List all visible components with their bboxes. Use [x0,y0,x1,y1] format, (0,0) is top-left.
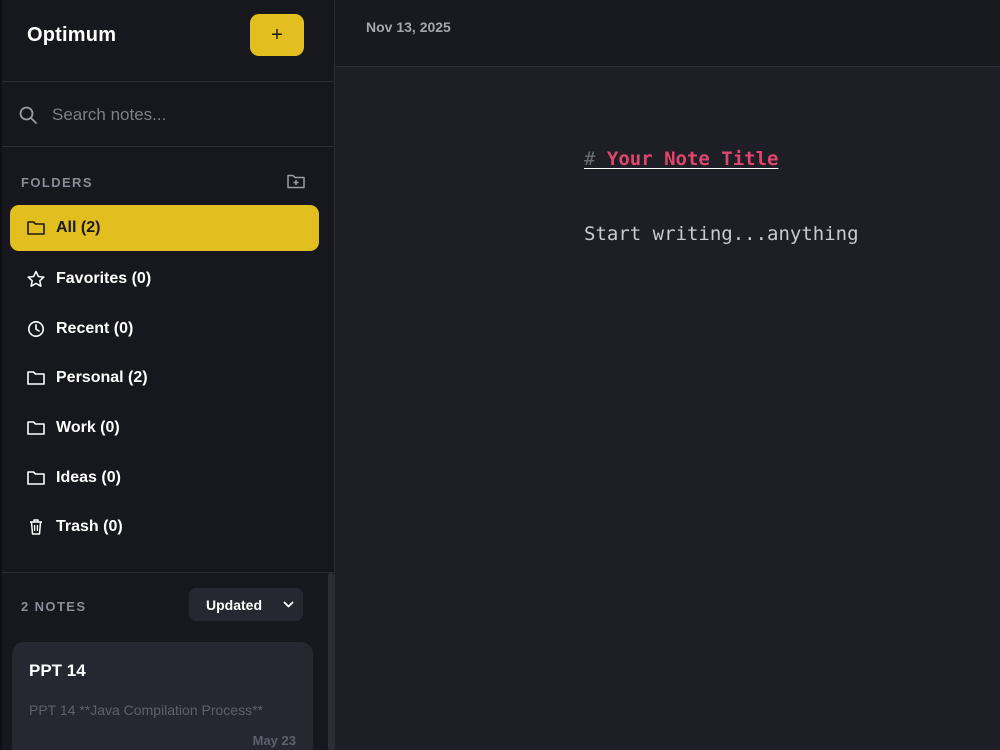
note-editor[interactable]: # Your Note Title Start writing...anythi… [584,145,984,248]
scrollbar[interactable] [328,573,334,750]
folder-label: All (2) [56,219,101,236]
folder-item-personal[interactable]: Personal (2) [10,353,319,403]
folder-icon [27,221,45,235]
folder-icon [27,470,45,485]
notes-count: 2 NOTES [21,599,87,614]
folder-item-work[interactable]: Work (0) [10,403,319,453]
notes-list-panel: 2 NOTES Updated PPT 14 PPT 14 **Java Com… [2,572,335,750]
note-title: PPT 14 [29,661,86,680]
search-icon [19,106,37,124]
note-preview: PPT 14 **Java Compilation Process** [29,702,263,718]
note-date: May 23 [252,733,296,748]
folder-item-recent[interactable]: Recent (0) [10,304,319,354]
clock-icon [28,320,44,337]
note-date-header: Nov 13, 2025 [366,19,451,35]
folder-item-all[interactable]: All (2) [10,205,319,251]
sidebar: Optimum + FOLDERS All (2) [0,0,335,750]
new-note-button[interactable]: + [250,14,304,56]
folder-label: Personal (2) [56,369,148,387]
folder-icon [27,371,45,386]
folder-item-favorites[interactable]: Favorites (0) [10,254,319,304]
editor-toolbar: Nov 13, 2025 [335,0,1000,67]
note-body[interactable]: Start writing...anything [584,220,984,248]
chevron-down-icon [283,601,294,608]
note-heading[interactable]: # Your Note Title [584,145,984,173]
search-input[interactable] [52,100,322,130]
folder-label: Ideas (0) [56,468,121,486]
trash-icon [30,519,42,536]
folder-item-trash[interactable]: Trash (0) [10,502,319,552]
note-card[interactable]: PPT 14 PPT 14 **Java Compilation Process… [12,642,313,750]
folders-label: FOLDERS [21,175,93,190]
search-bar [2,82,334,147]
folder-icon [27,421,45,435]
note-heading-text: Your Note Title [595,148,779,170]
folder-list: All (2) Favorites (0) Recent (0) Persona… [2,205,334,552]
folder-label: Trash (0) [56,518,123,536]
folder-label: Recent (0) [56,319,134,337]
folder-label: Favorites (0) [56,269,152,287]
app-window: Optimum + FOLDERS All (2) [0,0,1000,750]
sort-value: Updated [206,596,262,613]
sidebar-header: Optimum + [2,0,334,82]
folder-item-ideas[interactable]: Ideas (0) [10,453,319,503]
app-title: Optimum [27,24,117,46]
folders-header: FOLDERS [2,147,334,205]
sort-select[interactable]: Updated [189,588,303,621]
markdown-hash: # [584,148,596,170]
new-folder-icon[interactable] [286,172,306,190]
folder-label: Work (0) [56,418,120,436]
editor-pane: Nov 13, 2025 # Your Note Title Start wri… [335,0,1000,750]
star-icon [27,270,45,287]
